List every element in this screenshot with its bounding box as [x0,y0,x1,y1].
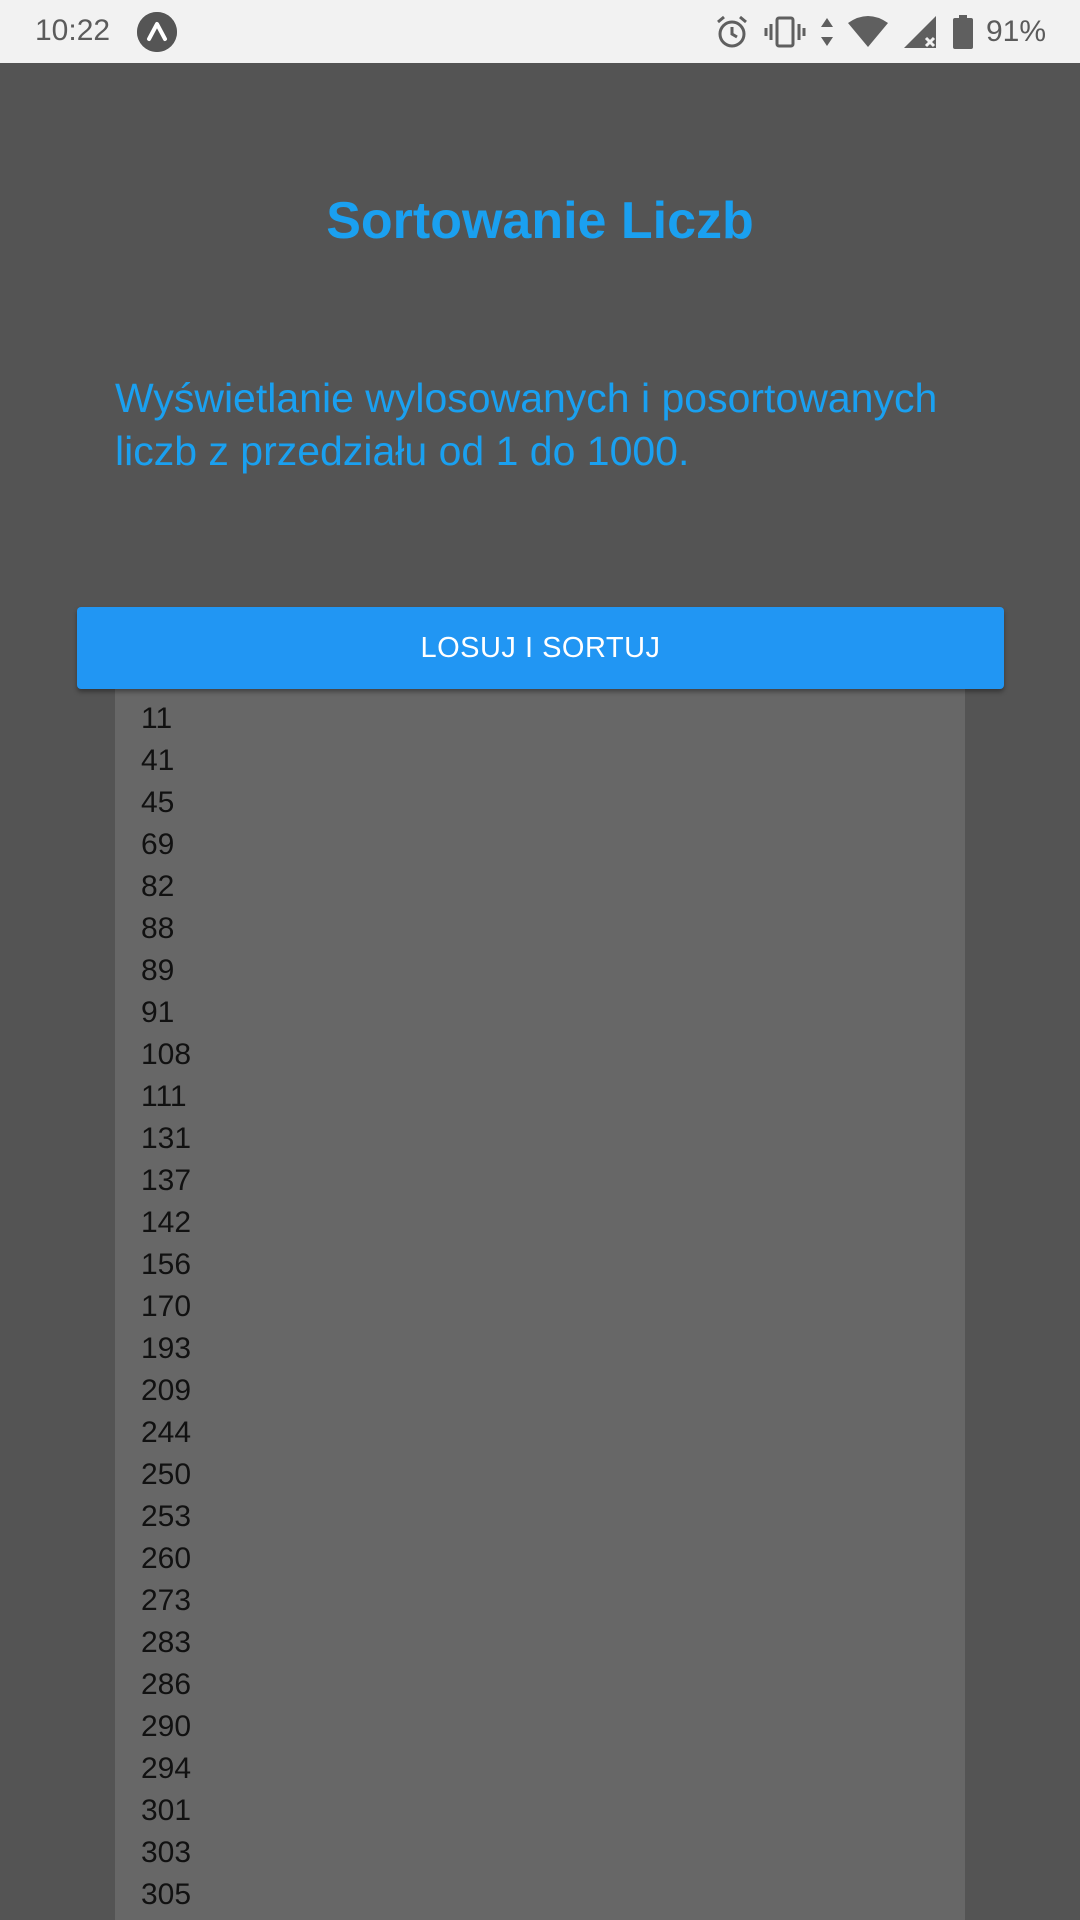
signal-icon [902,14,938,50]
alarm-icon [714,14,750,50]
page-title: Sortowanie Liczb [326,192,754,250]
list-item: 283 [141,1626,192,1659]
list-item: 244 [141,1416,192,1449]
list-item: 69 [141,828,175,861]
list-item: 156 [141,1248,192,1281]
list-item: 294 [141,1752,192,1785]
app-badge-icon [137,12,177,52]
data-arrows-icon [820,14,834,50]
list-item: 41 [141,744,175,777]
page-description: Wyświetlanie wylosowanych i posortowanyc… [115,375,938,474]
list-item: 82 [141,870,175,903]
list-item: 290 [141,1710,192,1743]
list-item: 260 [141,1542,192,1575]
vibrate-icon [764,14,806,50]
list-item: 305 [141,1878,192,1911]
list-item: 142 [141,1206,192,1239]
list-item: 89 [141,954,175,987]
list-item: 91 [141,996,175,1029]
wifi-icon [847,15,888,49]
list-item: 301 [141,1794,192,1827]
list-item: 273 [141,1584,192,1617]
list-item: 250 [141,1458,192,1491]
list-item: 131 [141,1122,192,1155]
list-item: 137 [141,1164,192,1197]
draw-and-sort-button[interactable]: LOSUJ I SORTUJ [77,607,1004,689]
list-item: 108 [141,1038,192,1071]
status-bar: 10:22 91% [0,0,1080,63]
list-item: 286 [141,1668,192,1701]
status-time: 10:22 [35,14,111,47]
list-item: 11 [141,702,173,735]
list-item: 170 [141,1290,192,1323]
app-screen: Sortowanie Liczb Wyświetlanie wylosowany… [0,63,1080,1920]
list-item: 88 [141,912,175,945]
list-item: 193 [141,1332,192,1365]
list-item: 209 [141,1374,192,1407]
list-item: 253 [141,1500,192,1533]
battery-percentage: 91% [985,15,1046,48]
list-item: 303 [141,1836,192,1869]
status-icons: 91% [714,10,1046,54]
number-list[interactable]: 11 41 45 69 82 88 89 91 108 111 131 137 142 156 170 193… [115,689,965,1920]
list-item: 111 [141,1080,187,1113]
list-item: 45 [141,786,175,819]
battery-icon [952,14,974,50]
